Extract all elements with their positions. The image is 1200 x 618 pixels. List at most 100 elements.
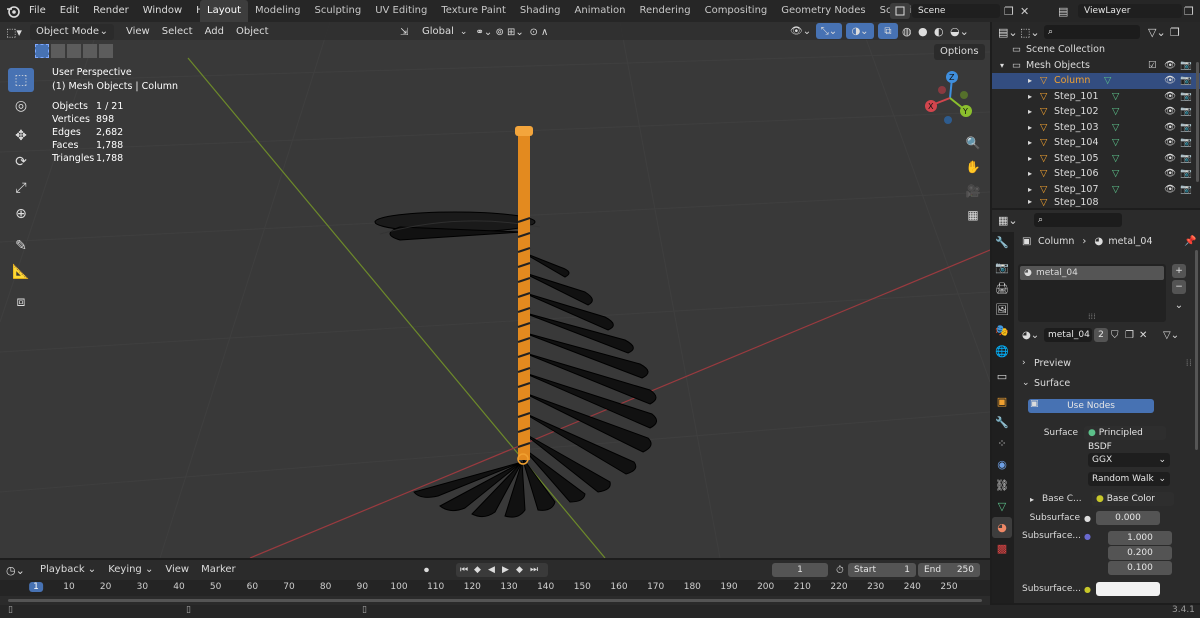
collapse-icon[interactable]: ▾ xyxy=(1000,61,1012,70)
output-tab-icon[interactable]: 🖨 xyxy=(992,278,1012,299)
editor-type-icon[interactable]: ⬚▾ xyxy=(6,26,30,39)
tab-modeling[interactable]: Modeling xyxy=(248,0,308,22)
new-collection-icon[interactable]: ❐ xyxy=(1170,26,1184,39)
shading-solid-icon[interactable]: ● xyxy=(918,25,934,38)
gizmo-toggle-icon[interactable]: ⤡⌄ xyxy=(816,23,842,39)
pan-hand-icon[interactable]: ✋ xyxy=(962,156,984,178)
3d-viewport[interactable]: ⬚▾ Object Mode ⌄ View Select Add Object … xyxy=(0,22,990,558)
eye-icon[interactable]: 👁 xyxy=(1164,60,1176,71)
current-frame-marker[interactable]: 1 xyxy=(29,582,43,592)
render-camera-icon[interactable]: 📷 xyxy=(1180,168,1192,179)
options-button[interactable]: Options xyxy=(934,44,985,60)
outliner-editor-icon[interactable]: ▤⌄ xyxy=(998,26,1020,39)
expand-icon[interactable]: ▸ xyxy=(1028,154,1040,163)
outliner-object[interactable]: ▸ ▽ Step_105 ▽ 👁 📷 xyxy=(992,151,1200,167)
properties-search-input[interactable]: ⌕ xyxy=(1034,213,1122,227)
slot-menu-icon[interactable]: ⌄ xyxy=(1172,300,1186,311)
modifier-tab-icon[interactable]: 🔧 xyxy=(992,412,1012,433)
start-frame-field[interactable]: Start 1 xyxy=(848,563,916,577)
tool-select-box-icon[interactable]: ⬚ xyxy=(8,68,34,92)
subsurface-field[interactable]: 0.000 xyxy=(1096,511,1160,525)
viewport-menu-select[interactable]: Select xyxy=(156,23,199,41)
distribution-dropdown[interactable]: GGX ⌄ xyxy=(1088,453,1170,467)
physics-tab-icon[interactable]: ◉ xyxy=(992,454,1012,475)
radius-y-field[interactable]: 0.200 xyxy=(1108,546,1172,560)
remove-slot-button[interactable]: − xyxy=(1172,280,1186,294)
tool-cursor-icon[interactable]: ◎ xyxy=(8,94,34,118)
resize-handle-icon[interactable]: ⁞⁞⁞ xyxy=(1088,312,1096,321)
zoom-icon[interactable]: 🔍 xyxy=(962,132,984,154)
tab-sculpting[interactable]: Sculpting xyxy=(308,0,369,22)
render-camera-icon[interactable]: 📷 xyxy=(1180,75,1192,86)
render-camera-icon[interactable]: 📷 xyxy=(1180,106,1192,117)
checkbox-icon[interactable]: ☑ xyxy=(1148,60,1157,71)
stopwatch-icon[interactable]: ⏱ xyxy=(836,565,844,576)
tool-annotate-icon[interactable]: ✎ xyxy=(8,234,34,258)
jump-keyframe-forward-icon[interactable]: ◆ xyxy=(516,565,530,575)
tool-measure-icon[interactable]: 📐 xyxy=(8,260,34,284)
constraints-tab-icon[interactable]: ⛓ xyxy=(992,475,1012,496)
timeline-scrollbar[interactable] xyxy=(0,598,990,603)
blender-logo-icon[interactable] xyxy=(6,0,22,22)
play-icon[interactable]: ▶ xyxy=(502,565,516,575)
tab-geometry-nodes[interactable]: Geometry Nodes xyxy=(774,0,872,22)
render-camera-icon[interactable]: 📷 xyxy=(1180,60,1192,71)
snap-icon[interactable]: ⊚ ⊞⌄ xyxy=(495,27,529,38)
shading-wireframe-icon[interactable]: ◍ xyxy=(902,25,918,38)
end-frame-field[interactable]: End 250 xyxy=(918,563,980,577)
eye-icon[interactable]: 👁 xyxy=(1164,106,1176,117)
proportional-edit-icon[interactable]: ⊙ ∧ xyxy=(529,27,559,38)
outliner-search-input[interactable]: ⌕ xyxy=(1044,25,1140,39)
timeline-editor-icon[interactable]: ◷⌄ xyxy=(6,564,34,577)
eye-icon[interactable]: 👁 xyxy=(1164,122,1176,133)
frame-ruler[interactable]: 1 10 20 30 40 50 60 70 80 90 100 110 120 130 140 150 160… xyxy=(0,580,990,596)
play-reverse-icon[interactable]: ◀ xyxy=(488,565,502,575)
timeline-menu-view[interactable]: View xyxy=(159,561,195,579)
tool-rotate-icon[interactable]: ⟳ xyxy=(8,150,34,174)
outliner-object[interactable]: ▸ ▽ Step_102 ▽ 👁 📷 xyxy=(992,104,1200,120)
eye-icon[interactable]: 👁 xyxy=(1164,91,1176,102)
data-tab-icon[interactable]: ▽ xyxy=(992,496,1012,517)
overlays-icon[interactable]: ◑⌄ xyxy=(846,23,874,39)
material-tab-icon[interactable]: ◕ xyxy=(992,517,1012,538)
browse-material-icon[interactable]: ◕⌄ xyxy=(1022,330,1044,341)
menu-file[interactable]: File xyxy=(22,0,53,22)
tool-tab-icon[interactable]: 🔧 xyxy=(992,232,1012,253)
tool-transform-icon[interactable]: ⊕ xyxy=(8,202,34,226)
new-scene-icon[interactable]: ❐ xyxy=(1004,5,1020,18)
users-count[interactable]: 2 xyxy=(1094,328,1108,342)
tab-compositing[interactable]: Compositing xyxy=(698,0,775,22)
select-subtract-icon[interactable] xyxy=(67,44,81,58)
outliner-object[interactable]: ▸ ▽ Step_104 ▽ 👁 📷 xyxy=(992,135,1200,151)
expand-icon[interactable]: ▸ xyxy=(1028,76,1040,85)
outliner-object[interactable]: ▸ ▽ Column ▽ 👁 📷 xyxy=(992,73,1200,89)
tab-uv-editing[interactable]: UV Editing xyxy=(368,0,434,22)
preview-panel-header[interactable]: › Preview ⁞⁞ xyxy=(1022,355,1192,371)
outliner-scene-collection[interactable]: ▭ Scene Collection xyxy=(992,42,1200,58)
delete-scene-icon[interactable]: ✕ xyxy=(1020,5,1034,18)
menu-window[interactable]: Window xyxy=(136,0,189,22)
properties-editor-icon[interactable]: ▦⌄ xyxy=(998,214,1034,227)
world-tab-icon[interactable]: 🌐 xyxy=(992,341,1012,362)
surface-panel-header[interactable]: ⌄ Surface xyxy=(1022,375,1192,391)
outliner-object[interactable]: ▸ ▽ Step_107 ▽ 👁 📷 xyxy=(992,182,1200,198)
select-invert-icon[interactable] xyxy=(83,44,97,58)
render-camera-icon[interactable]: 📷 xyxy=(1180,91,1192,102)
properties-scrollbar[interactable] xyxy=(1195,250,1198,450)
fake-user-icon[interactable]: ⛉ xyxy=(1111,330,1125,341)
eye-icon[interactable]: 👁 xyxy=(1164,168,1176,179)
expand-icon[interactable]: ▸ xyxy=(1028,197,1040,206)
expand-icon[interactable]: ▸ xyxy=(1028,107,1040,116)
timeline-scroll-thumb[interactable] xyxy=(8,599,982,602)
viewport-menu-view[interactable]: View xyxy=(120,23,156,41)
render-camera-icon[interactable]: 📷 xyxy=(1180,137,1192,148)
filter-icon[interactable]: ▽⌄ xyxy=(1148,26,1170,39)
radius-z-field[interactable]: 0.100 xyxy=(1108,561,1172,575)
expand-icon[interactable]: ▸ xyxy=(1028,185,1040,194)
use-nodes-button[interactable]: Use Nodes xyxy=(1028,399,1154,413)
jump-keyframe-back-icon[interactable]: ◆ xyxy=(474,565,488,575)
record-icon[interactable]: ⏺ xyxy=(424,565,429,576)
expand-icon[interactable]: ▸ xyxy=(1028,169,1040,178)
eye-icon[interactable]: 👁 xyxy=(1164,184,1176,195)
subsurface-color-swatch[interactable] xyxy=(1096,582,1160,596)
